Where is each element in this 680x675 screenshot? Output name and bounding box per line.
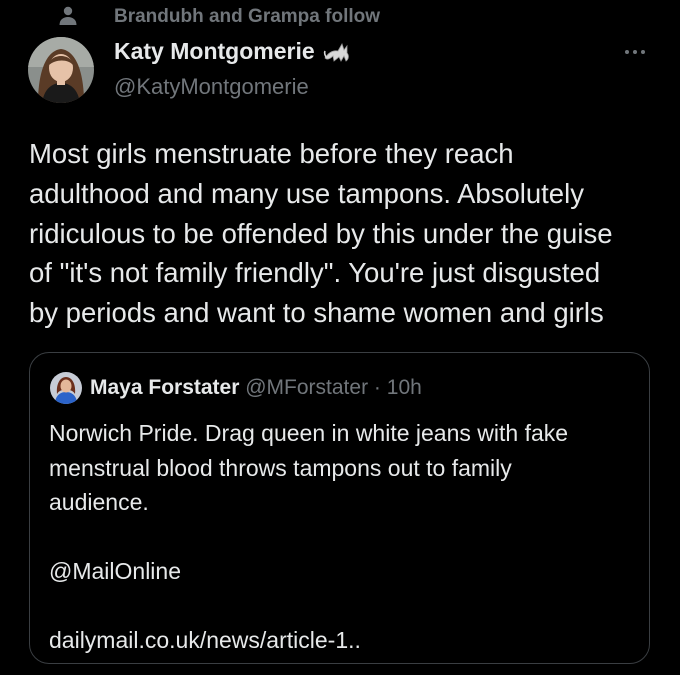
- quote-header: Maya Forstater @MForstater · 10h: [90, 374, 422, 402]
- quote-timestamp[interactable]: 10h: [387, 376, 422, 399]
- quote-separator: ·: [373, 376, 381, 399]
- cat-emoji: [323, 42, 349, 62]
- avatar[interactable]: [28, 37, 94, 103]
- quote-avatar[interactable]: [50, 372, 82, 404]
- quote-author-handle[interactable]: @MForstater: [245, 376, 368, 399]
- quote-author-name[interactable]: Maya Forstater: [90, 376, 239, 399]
- author-handle[interactable]: @KatyMontgomerie: [114, 74, 309, 100]
- quote-text: Norwich Pride. Drag queen in white jeans…: [49, 420, 569, 653]
- more-dots-icon[interactable]: [618, 40, 652, 64]
- social-context-text[interactable]: Brandubh and Grampa follow: [114, 6, 380, 28]
- tweet-text: Most girls menstruate before they reach …: [29, 138, 613, 329]
- quote-tweet-card[interactable]: Maya Forstater @MForstater · 10h Norwich…: [29, 352, 650, 664]
- person-icon: [59, 6, 77, 25]
- author-name[interactable]: Katy Montgomerie: [114, 38, 315, 65]
- author-name-row[interactable]: Katy Montgomerie: [114, 38, 351, 65]
